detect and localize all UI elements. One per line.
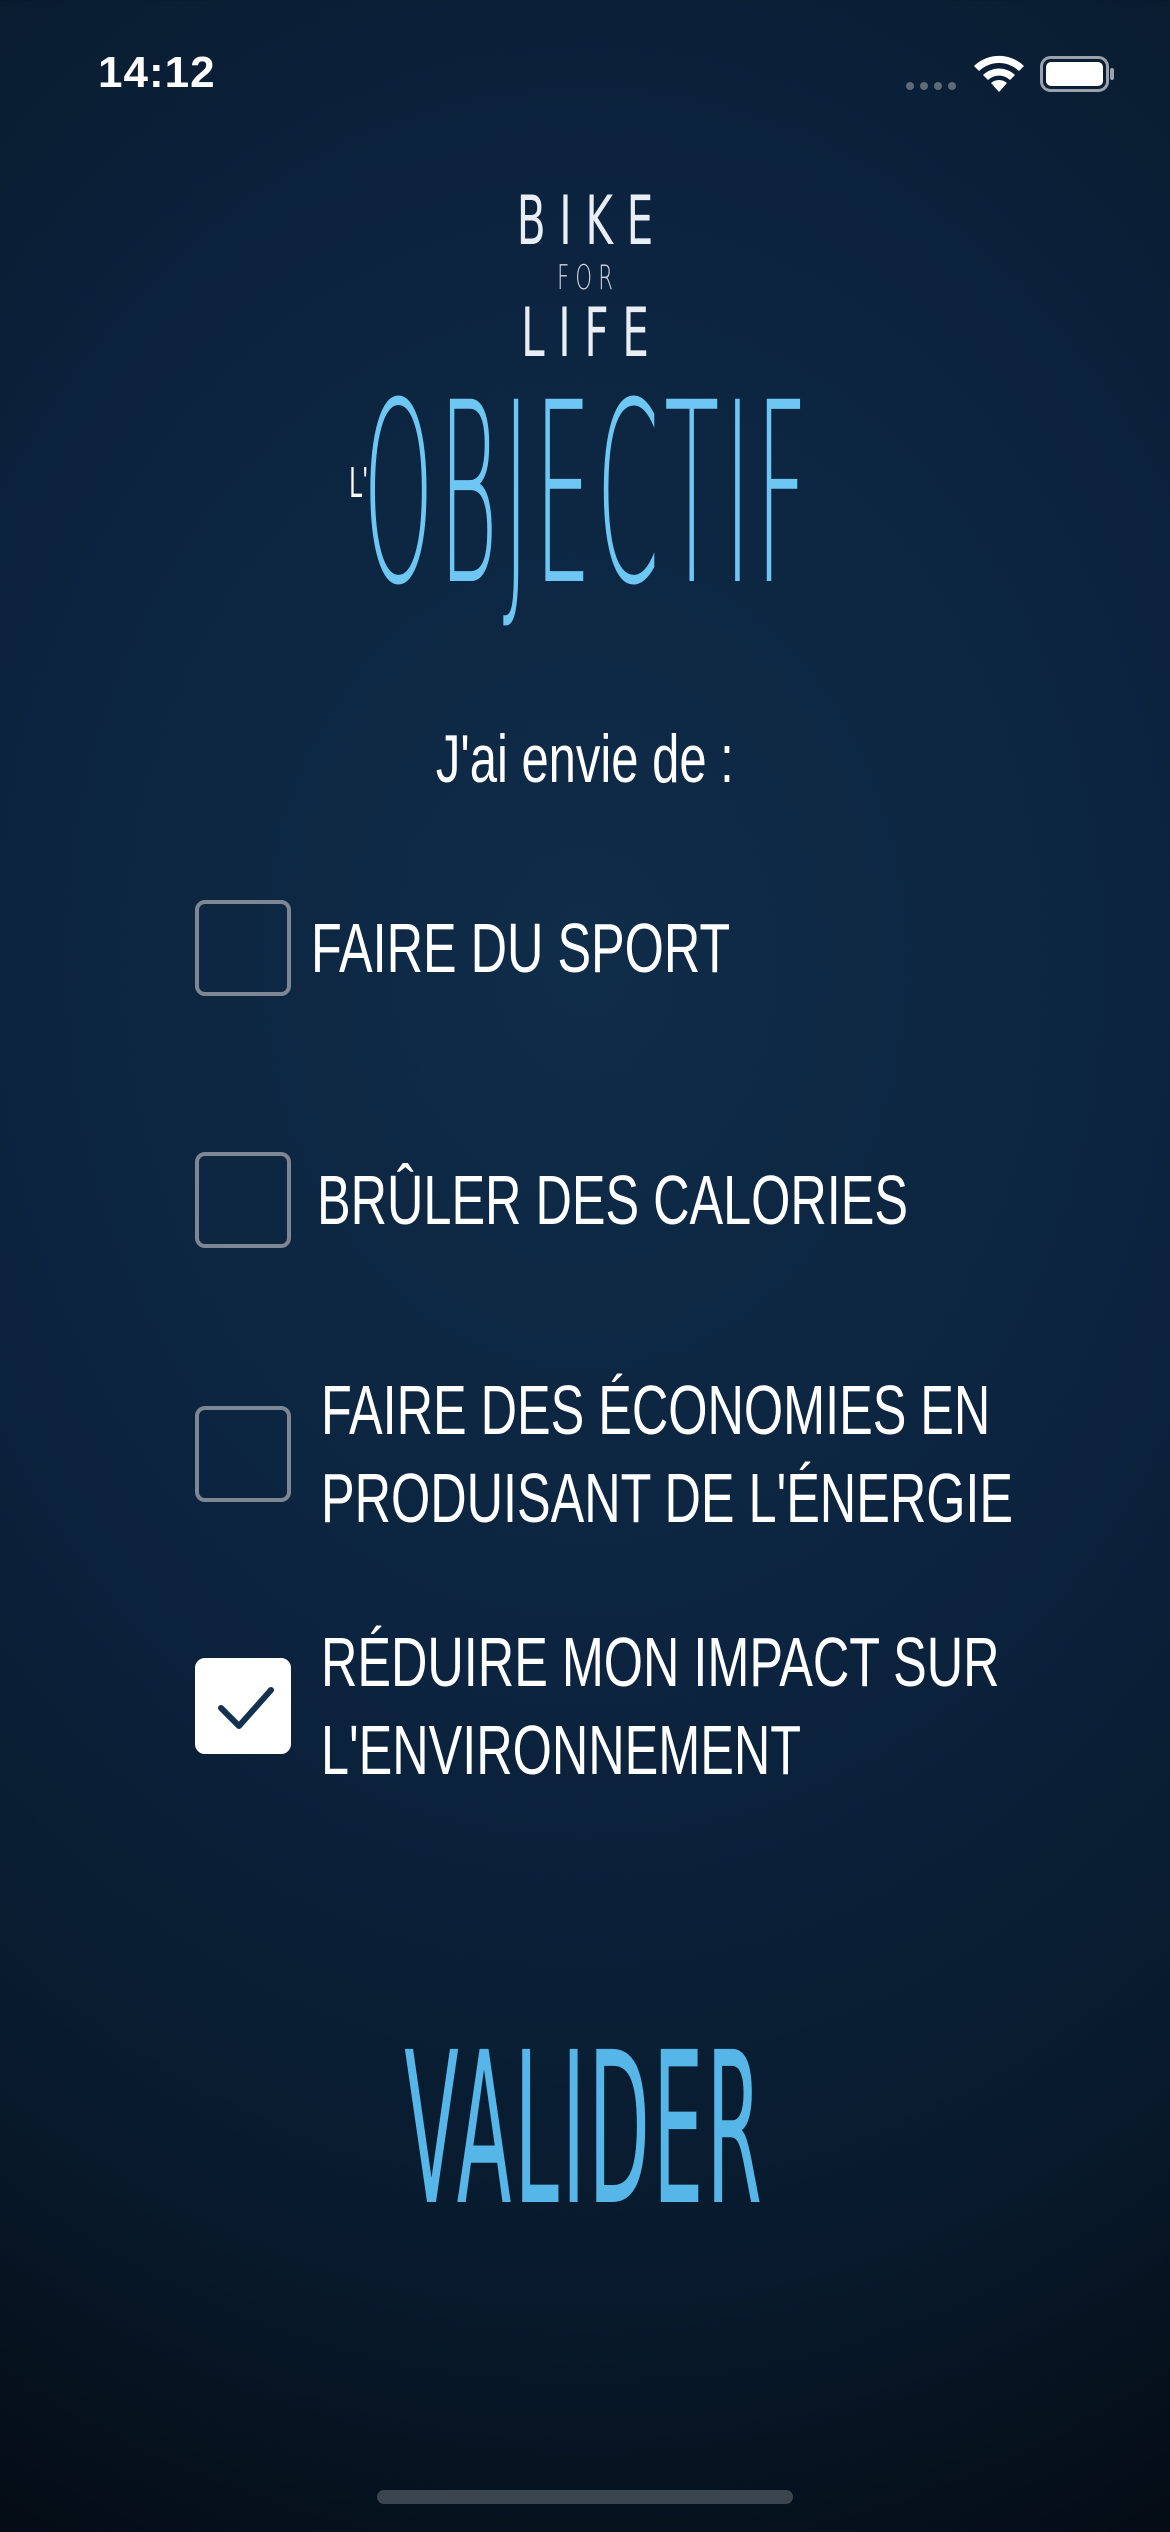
checkbox-sport[interactable] [195,900,291,996]
option-sport[interactable]: FAIRE DU SPORT [195,900,893,996]
option-label-line1: BRÛLER DES CALORIES [317,1161,908,1239]
option-label-line1: RÉDUIRE MON IMPACT SUR [321,1623,1000,1701]
bike-for-life-logo: BIKE FOR LIFE [0,188,1170,368]
status-time: 14:12 [98,48,216,97]
battery-icon [1040,56,1114,92]
home-indicator[interactable] [377,2490,793,2504]
wifi-icon [974,55,1024,92]
option-label-line1: FAIRE DU SPORT [311,909,731,987]
logo-line-bike: BIKE [516,182,667,261]
status-bar: 14:12 [0,0,1170,150]
page-title-main: OBJECTIF [362,349,813,640]
page-title: L'OBJECTIF [0,349,1170,640]
checkbox-economies[interactable] [195,1406,291,1502]
option-label: BRÛLER DES CALORIES [317,1156,908,1244]
subtitle-text: J'ai envie de : [436,721,734,797]
subtitle: J'ai envie de : [0,720,1170,798]
option-label: FAIRE DES ÉCONOMIES EN PRODUISANT DE L'É… [321,1366,1013,1542]
option-label-line1: FAIRE DES ÉCONOMIES EN [321,1371,991,1449]
cellular-signal-icon [906,82,956,90]
option-label-line2: PRODUISANT DE L'ÉNERGIE [321,1459,1014,1537]
option-label: RÉDUIRE MON IMPACT SUR L'ENVIRONNEMENT [321,1618,1000,1794]
option-label-line2: L'ENVIRONNEMENT [321,1711,802,1789]
option-environment[interactable]: RÉDUIRE MON IMPACT SUR L'ENVIRONNEMENT [195,1618,1170,1794]
option-economies[interactable]: FAIRE DES ÉCONOMIES EN PRODUISANT DE L'É… [195,1366,1170,1542]
checkbox-calories[interactable] [195,1152,291,1248]
checkbox-environment[interactable] [195,1658,291,1754]
validate-button-label: VALIDER [404,2007,766,2252]
option-label: FAIRE DU SPORT [311,904,730,992]
validate-button[interactable]: VALIDER [0,2007,1170,2252]
option-calories[interactable]: BRÛLER DES CALORIES [195,1152,1138,1248]
checkmark-icon [218,1687,274,1729]
